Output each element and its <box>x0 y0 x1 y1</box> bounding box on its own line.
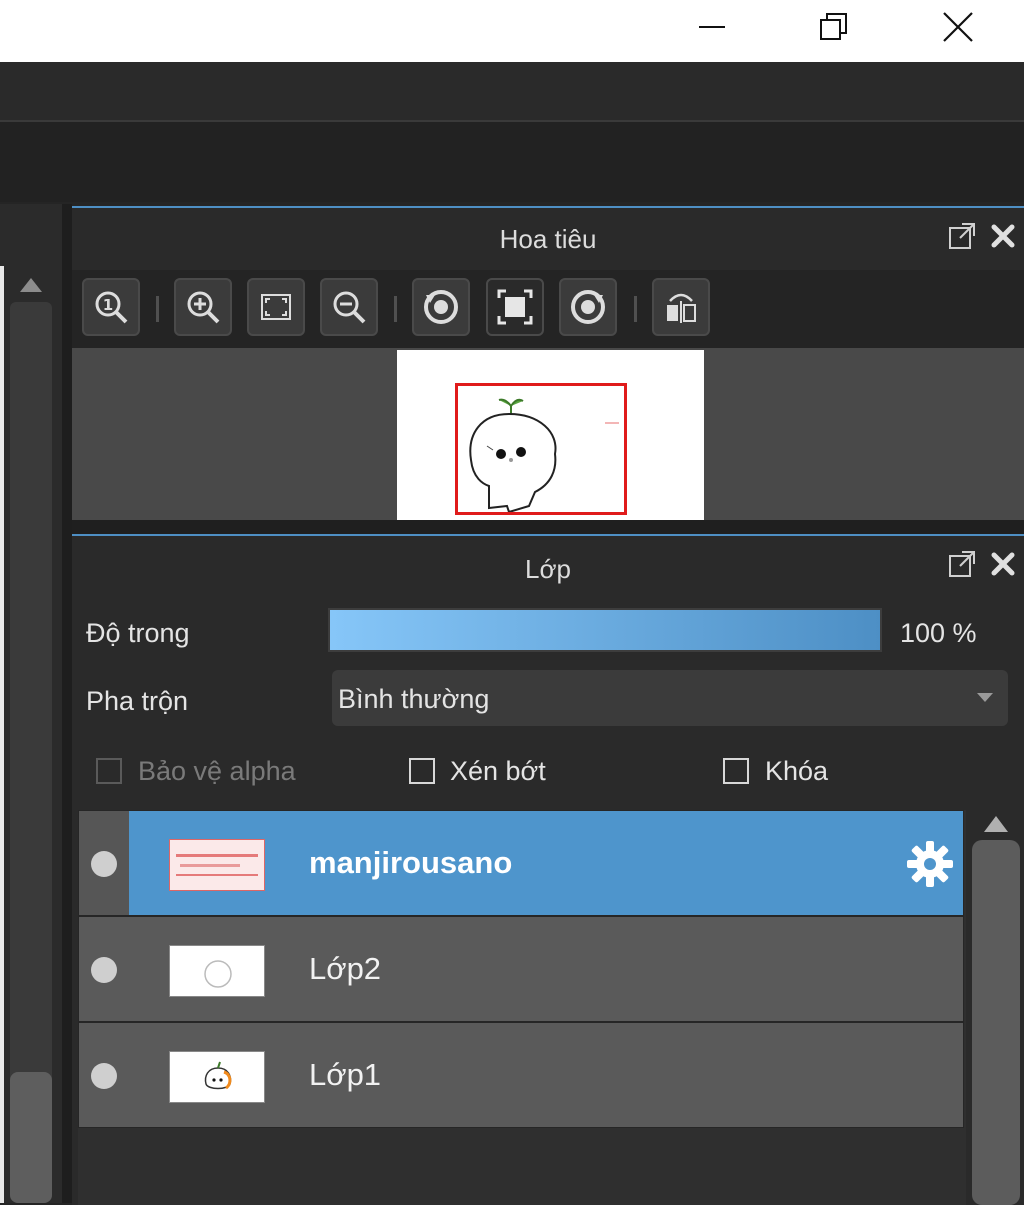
lock-checkbox[interactable] <box>723 758 749 784</box>
restore-button[interactable] <box>802 0 866 54</box>
zoom-out-button[interactable] <box>320 278 378 336</box>
svg-text:1: 1 <box>103 296 113 314</box>
navigator-panel: Hoa tiêu 1 <box>72 206 1024 530</box>
canvas-edge <box>0 266 4 1203</box>
pane-splitter[interactable] <box>62 204 72 1203</box>
flip-horizontal-icon <box>667 293 696 323</box>
layer-row[interactable]: manjirousano <box>78 810 964 916</box>
zoom-actual-button[interactable]: 1 <box>82 278 140 336</box>
float-panel-icon[interactable] <box>948 222 976 250</box>
close-panel-icon[interactable] <box>990 223 1016 249</box>
blend-mode-label: Pha trộn <box>86 686 189 716</box>
opacity-slider[interactable] <box>328 608 882 652</box>
navigator-canvas-thumbnail[interactable] <box>397 350 704 522</box>
toolbar-strip <box>0 122 1024 202</box>
fit-canvas-icon <box>497 289 533 325</box>
layer-panel-controls <box>948 550 1016 578</box>
rotate-right-button[interactable] <box>559 278 617 336</box>
chevron-down-icon <box>977 693 993 702</box>
fit-canvas-button[interactable] <box>486 278 544 336</box>
navigator-title: Hoa tiêu <box>499 224 597 254</box>
zoom-in-button[interactable] <box>174 278 232 336</box>
scroll-up-arrow-icon[interactable] <box>982 814 1010 834</box>
protect-alpha-label: Bảo vệ alpha <box>138 756 296 786</box>
clip-label: Xén bớt <box>450 756 546 786</box>
layer-panel-title: Lớp <box>525 554 571 584</box>
rotate-left-button[interactable] <box>412 278 470 336</box>
blend-mode-select[interactable]: Bình thường <box>332 670 1008 726</box>
rotate-right-icon <box>571 290 605 324</box>
scroll-up-arrow-icon[interactable] <box>18 276 44 299</box>
protect-alpha-checkbox[interactable] <box>96 758 122 784</box>
layer-thumbnail <box>169 1051 265 1103</box>
layer-name: manjirousano <box>309 845 513 880</box>
zoom-out-icon <box>333 291 366 324</box>
opacity-label: Độ trong <box>86 618 190 648</box>
layer-list-scrollbar[interactable] <box>968 810 1024 1205</box>
layer-list: manjirousano Lớp2 Lớp1 <box>78 810 966 1205</box>
menu-strip <box>0 62 1024 122</box>
close-icon <box>943 12 973 42</box>
layer-scroll-thumb[interactable] <box>972 840 1020 1205</box>
visibility-toggle[interactable] <box>91 957 117 983</box>
toolbar-separator <box>634 296 637 322</box>
rotate-left-icon <box>424 290 458 324</box>
layer-row[interactable]: Lớp1 <box>78 1022 964 1128</box>
lock-label: Khóa <box>765 756 829 786</box>
opacity-value: 100 % <box>900 618 977 648</box>
flip-horizontal-button[interactable] <box>652 278 710 336</box>
blend-mode-value: Bình thường <box>338 684 490 714</box>
viewport-indicator[interactable] <box>455 383 627 515</box>
zoom-in-icon <box>187 291 220 324</box>
layer-thumbnail <box>169 839 265 891</box>
layer-name: Lớp2 <box>309 951 382 986</box>
restore-icon <box>820 13 847 40</box>
visibility-toggle[interactable] <box>91 851 117 877</box>
layer-panel: Lớp Độ trong 100 % Pha trộn Bình thường … <box>72 534 1024 1205</box>
gear-icon[interactable] <box>905 839 955 889</box>
close-panel-icon[interactable] <box>990 551 1016 577</box>
toolbar-separator <box>156 296 159 322</box>
minimize-button[interactable] <box>680 0 744 54</box>
zoom-actual-icon: 1 <box>95 291 128 324</box>
canvas-scroll-thumb[interactable] <box>10 1072 52 1203</box>
layer-name: Lớp1 <box>309 1057 382 1092</box>
toolbar-separator <box>394 296 397 322</box>
layer-thumbnail <box>169 945 265 997</box>
minimize-icon <box>699 26 725 28</box>
close-button[interactable] <box>926 0 990 54</box>
canvas-scroll-track[interactable] <box>10 302 52 1202</box>
float-panel-icon[interactable] <box>948 550 976 578</box>
visibility-toggle[interactable] <box>91 1063 117 1089</box>
fit-view-button[interactable] <box>247 278 305 336</box>
panel-splitter[interactable] <box>72 520 1024 534</box>
layer-row[interactable]: Lớp2 <box>78 916 964 1022</box>
clip-checkbox[interactable] <box>409 758 435 784</box>
window-titlebar <box>0 0 1024 62</box>
navigator-panel-controls <box>948 222 1016 250</box>
fit-view-icon <box>261 294 291 320</box>
